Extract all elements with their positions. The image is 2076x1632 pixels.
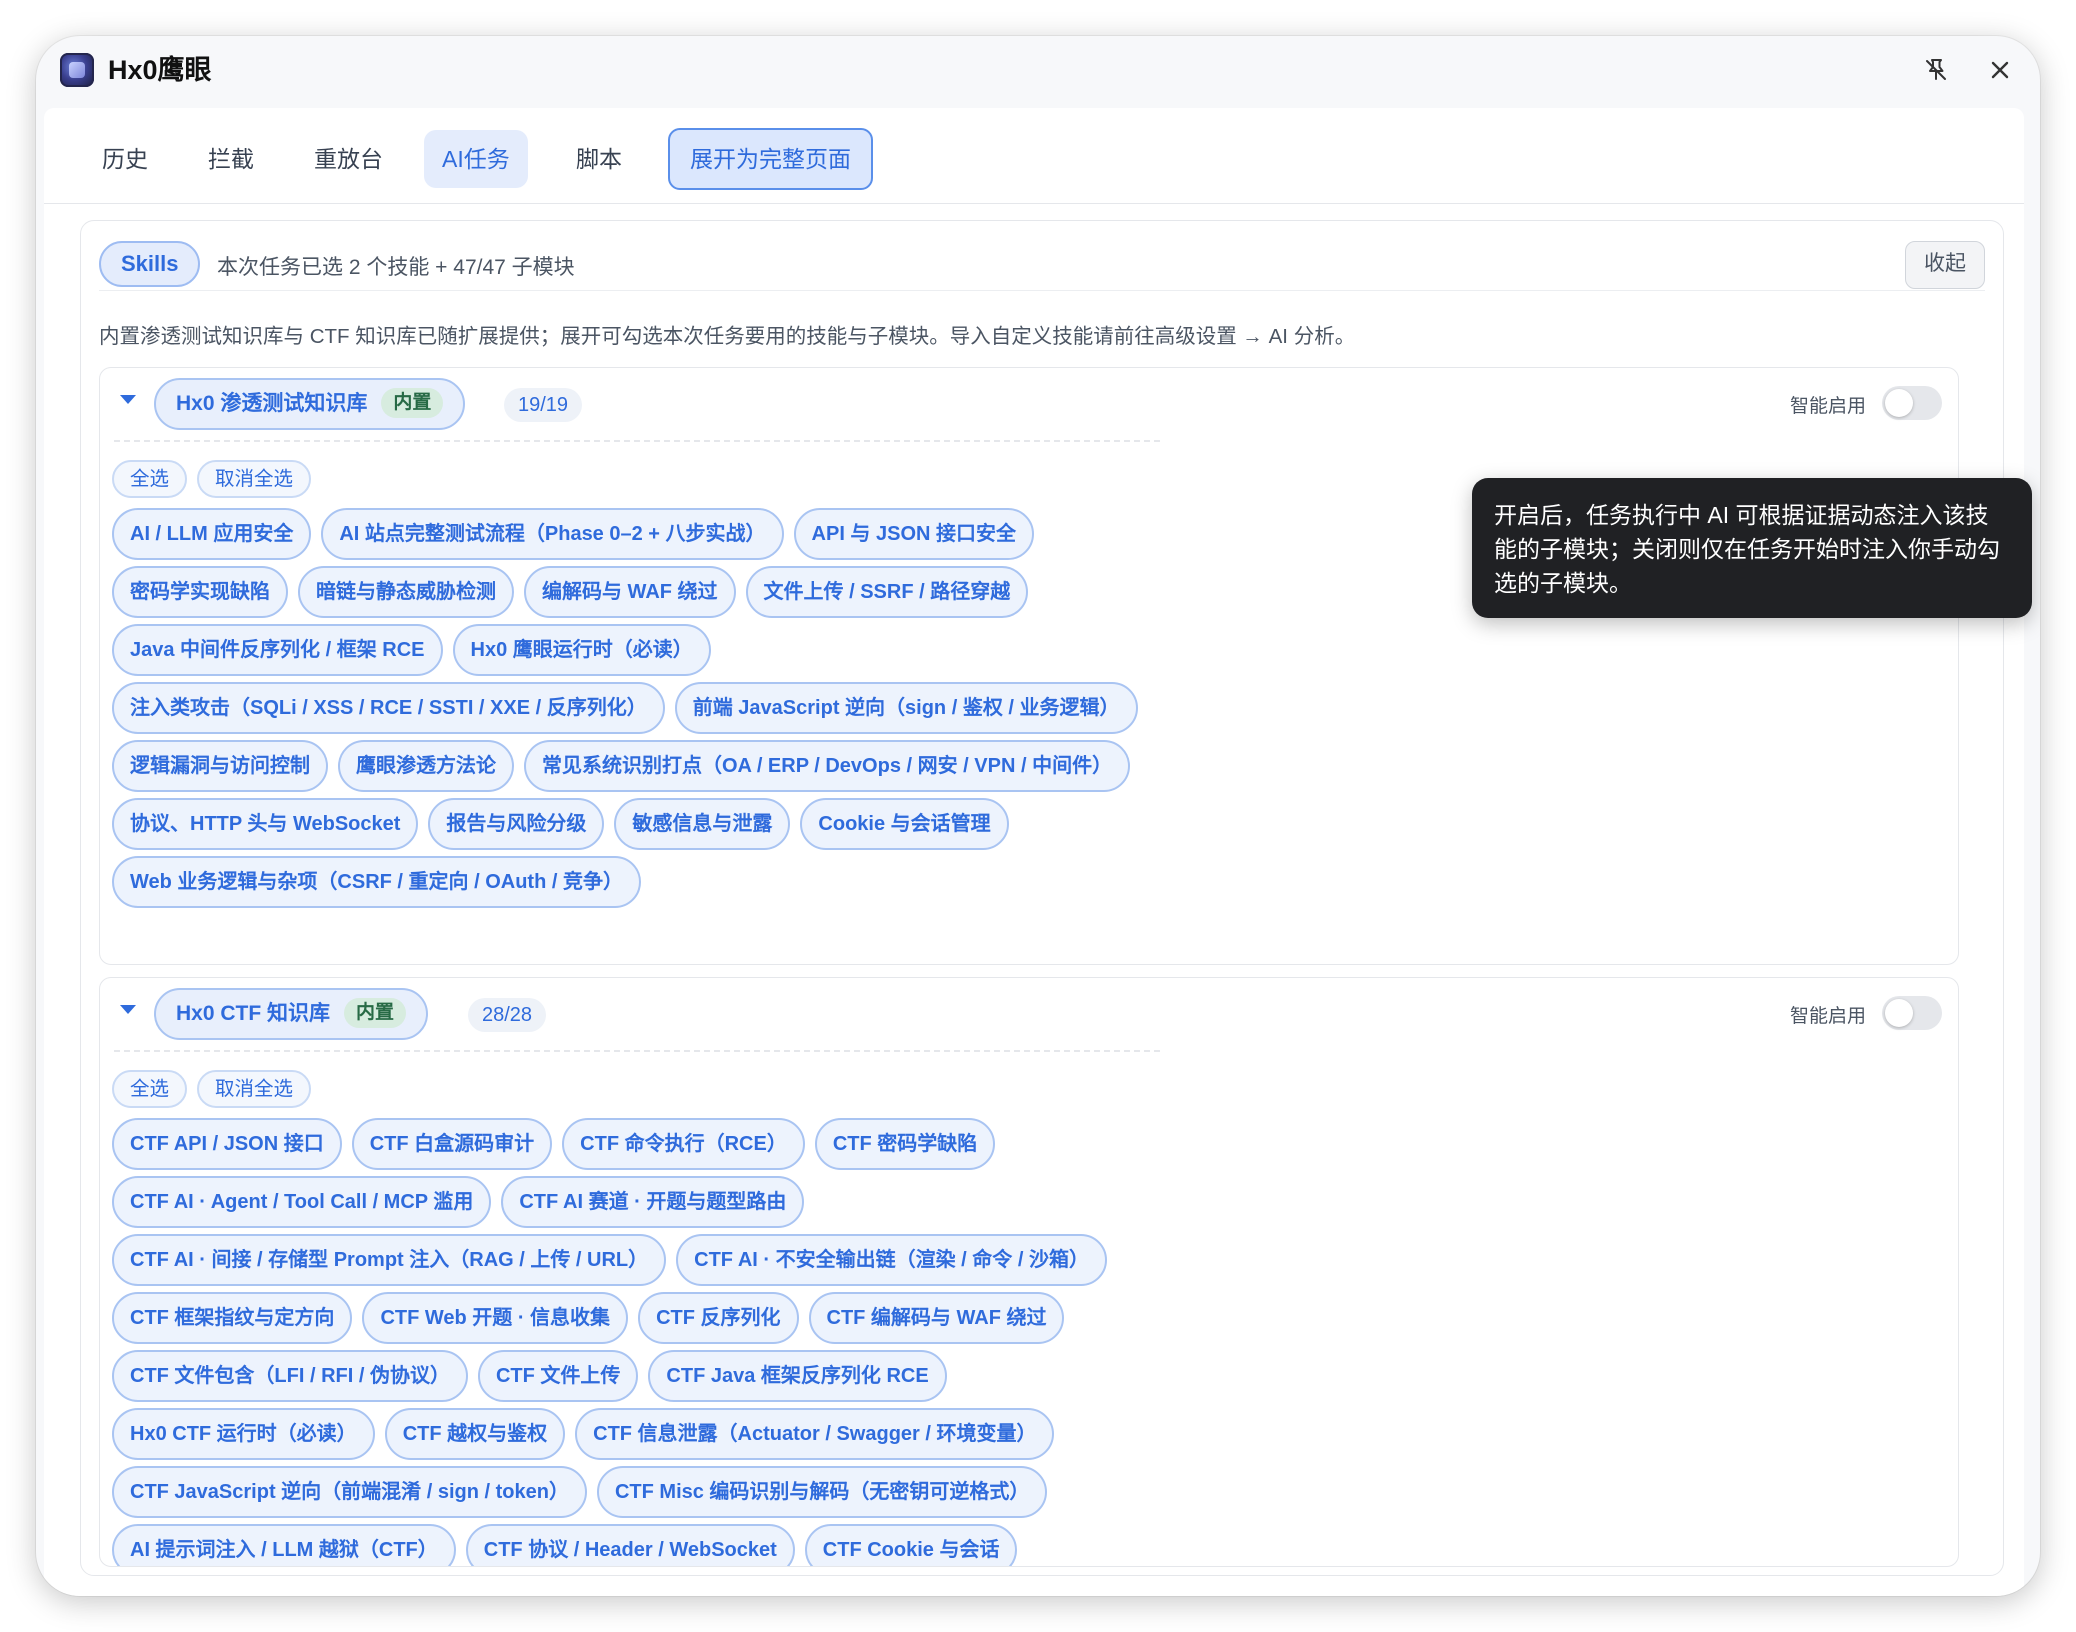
deselect-all-button[interactable]: 取消全选 [197,1070,312,1108]
main-content: Skills 本次任务已选 2 个技能 + 47/47 子模块 收起 内置渗透测… [44,204,2024,1596]
skill-chip[interactable]: CTF 越权与鉴权 [384,1408,566,1460]
divider [114,440,1160,442]
skills-pill[interactable]: Skills [99,241,201,287]
tab-scripts[interactable]: 脚本 [558,130,640,188]
skill-chip[interactable]: CTF 反序列化 [638,1292,799,1344]
skill-chip[interactable]: Hx0 鹰眼运行时（必读） [452,624,711,676]
skill-chip[interactable]: CTF 信息泄露（Actuator / Swagger / 环境变量） [575,1408,1055,1460]
select-row: 全选 取消全选 [112,460,312,498]
kb-pentest-pill[interactable]: Hx0 渗透测试知识库 内置 [154,378,466,430]
expand-full-page-button[interactable]: 展开为完整页面 [668,128,873,190]
skill-chip[interactable]: CTF 协议 / Header / WebSocket [465,1524,795,1566]
kb-count: 28/28 [468,998,547,1032]
skill-chip[interactable]: API 与 JSON 接口安全 [793,508,1035,560]
builtin-badge: 内置 [344,998,407,1028]
skill-chip[interactable]: 协议、HTTP 头与 WebSocket [112,798,419,850]
skill-chip[interactable]: 常见系统识别打点（OA / ERP / DevOps / 网安 / VPN / … [524,740,1131,792]
skill-chip[interactable]: CTF Web 开题 · 信息收集 [362,1292,629,1344]
skill-chip[interactable]: CTF Cookie 与会话 [804,1524,1018,1566]
select-all-button[interactable]: 全选 [112,1070,188,1108]
skill-chip[interactable]: CTF 框架指纹与定方向 [112,1292,353,1344]
skill-chip[interactable]: CTF API / JSON 接口 [112,1118,342,1170]
skills-panel: Skills 本次任务已选 2 个技能 + 47/47 子模块 收起 内置渗透测… [80,220,2004,1576]
tab-ai-tasks[interactable]: AI任务 [424,130,528,188]
skill-chip[interactable]: CTF 文件包含（LFI / RFI / 伪协议） [112,1350,468,1402]
smart-enable-label: 智能启用 [1789,1006,1866,1027]
smart-enable-toggle[interactable] [1882,996,1942,1030]
close-icon[interactable] [1980,50,2020,90]
skill-chip[interactable]: CTF JavaScript 逆向（前端混淆 / sign / token） [112,1466,587,1518]
skill-chip[interactable]: CTF AI · 不安全输出链（渲染 / 命令 / 沙箱） [676,1234,1107,1286]
skill-chip[interactable]: 报告与风险分级 [428,798,605,850]
skill-chip[interactable]: CTF AI 赛道 · 开题与题型路由 [501,1176,805,1228]
skill-chip[interactable]: CTF 白盒源码审计 [351,1118,553,1170]
skills-description: 内置渗透测试知识库与 CTF 知识库已随扩展提供；展开可勾选本次任务要用的技能与… [99,325,1356,348]
skill-chip[interactable]: Java 中间件反序列化 / 框架 RCE [112,624,443,676]
skill-chips: CTF API / JSON 接口 CTF 白盒源码审计 CTF 命令执行（RCE）… [112,1118,1172,1566]
skill-chip[interactable]: CTF AI · 间接 / 存储型 Prompt 注入（RAG / 上传 / U… [112,1234,667,1286]
select-row: 全选 取消全选 [112,1070,312,1108]
kb-name: Hx0 CTF 知识库 [176,1002,331,1025]
skill-chip[interactable]: CTF 密码学缺陷 [814,1118,996,1170]
kb-ctf-header: Hx0 CTF 知识库 内置 28/28 智能启用 [100,978,1958,1048]
skill-chip[interactable]: CTF AI · Agent / Tool Call / MCP 滥用 [112,1176,492,1228]
smart-enable-tooltip: 开启后，任务执行中 AI 可根据证据动态注入该技能的子模块；关闭则仅在任务开始时… [1472,478,2032,618]
caret-down-icon[interactable] [120,395,136,404]
skill-chip[interactable]: CTF 命令执行（RCE） [562,1118,805,1170]
app-logo-icon [60,53,94,87]
skill-chip[interactable]: 密码学实现缺陷 [112,566,288,618]
divider [114,1050,1160,1052]
builtin-badge: 内置 [381,388,444,418]
skill-chip[interactable]: Web 业务逻辑与杂项（CSRF / 重定向 / OAuth / 竞争） [112,856,641,908]
skill-chip[interactable]: 逻辑漏洞与访问控制 [112,740,328,792]
select-all-button[interactable]: 全选 [112,460,188,498]
kb-ctf: Hx0 CTF 知识库 内置 28/28 智能启用 全选 取消全选 CTF API… [99,977,1959,1567]
pin-off-icon[interactable] [1916,50,1956,90]
skill-chip[interactable]: 鹰眼渗透方法论 [338,740,514,792]
tab-replay[interactable]: 重放台 [296,130,401,188]
kb-pentest: Hx0 渗透测试知识库 内置 19/19 智能启用 全选 取消全选 AI / LL… [99,367,1959,965]
skill-chip[interactable]: 编解码与 WAF 绕过 [524,566,736,618]
kb-count: 19/19 [504,388,583,422]
smart-enable-label: 智能启用 [1789,396,1866,417]
kb-pentest-header: Hx0 渗透测试知识库 内置 19/19 智能启用 [100,368,1958,438]
skill-chip[interactable]: 敏感信息与泄露 [614,798,791,850]
skill-chip[interactable]: CTF Java 框架反序列化 RCE [648,1350,947,1402]
skill-chip[interactable]: Hx0 CTF 运行时（必读） [112,1408,375,1460]
app-window: Hx0鹰眼 历史 拦截 重放台 AI任务 脚本 展开为完整页面 Skills 本… [36,36,2040,1596]
kb-name: Hx0 渗透测试知识库 [176,392,368,415]
skill-chip[interactable]: 前端 JavaScript 逆向（sign / 鉴权 / 业务逻辑） [674,682,1138,734]
tab-history[interactable]: 历史 [84,130,166,188]
skill-chip[interactable]: 注入类攻击（SQLi / XSS / RCE / SSTI / XXE / 反序… [112,682,665,734]
skills-header: Skills 本次任务已选 2 个技能 + 47/47 子模块 收起 [99,239,1985,291]
skill-chip[interactable]: AI 提示词注入 / LLM 越狱（CTF） [112,1524,456,1566]
skill-chip[interactable]: CTF 文件上传 [477,1350,639,1402]
skill-chip[interactable]: 暗链与静态威胁检测 [298,566,514,618]
skill-chip[interactable]: 文件上传 / SSRF / 路径穿越 [745,566,1029,618]
skill-chips: AI / LLM 应用安全 AI 站点完整测试流程（Phase 0–2 + 八步实… [112,508,1172,908]
skill-chip[interactable]: CTF 编解码与 WAF 绕过 [808,1292,1065,1344]
skill-chip[interactable]: CTF Misc 编码识别与解码（无密钥可逆格式） [596,1466,1048,1518]
collapse-button[interactable]: 收起 [1905,241,1985,289]
skill-chip[interactable]: AI / LLM 应用安全 [112,508,312,560]
tab-intercept[interactable]: 拦截 [190,130,272,188]
app-title: Hx0鹰眼 [108,55,212,85]
skill-chip[interactable]: AI 站点完整测试流程（Phase 0–2 + 八步实战） [321,508,784,560]
tab-bar: 历史 拦截 重放台 AI任务 脚本 展开为完整页面 [44,108,2024,204]
kb-ctf-pill[interactable]: Hx0 CTF 知识库 内置 [154,988,429,1040]
caret-down-icon[interactable] [120,1005,136,1014]
smart-enable-toggle[interactable] [1882,386,1942,420]
skills-summary: 本次任务已选 2 个技能 + 47/47 子模块 [217,256,575,279]
deselect-all-button[interactable]: 取消全选 [197,460,312,498]
skill-chip[interactable]: Cookie 与会话管理 [800,798,1009,850]
